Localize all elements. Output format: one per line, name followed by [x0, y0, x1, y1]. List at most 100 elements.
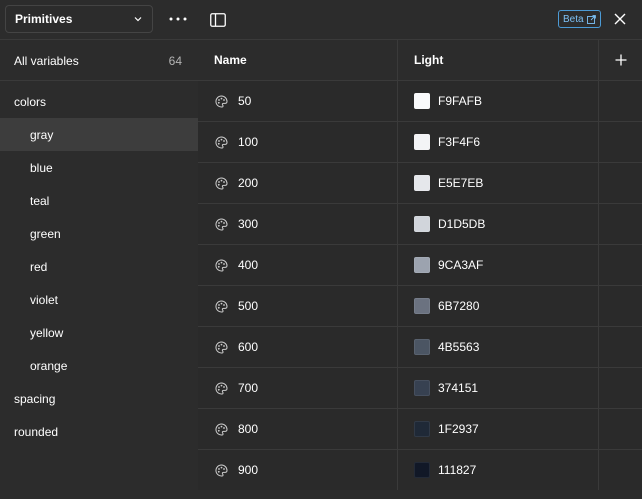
sidebar-item-colors[interactable]: colors: [0, 85, 198, 118]
name-column-header: Name: [198, 40, 398, 80]
variable-value-cell[interactable]: 9CA3AF: [398, 245, 599, 285]
sidebar-item-yellow[interactable]: yellow: [0, 316, 198, 349]
add-mode-cell: [599, 40, 642, 80]
variable-name-cell[interactable]: 500: [198, 286, 398, 326]
color-variable-icon: [214, 135, 228, 149]
toolbar: Beta: [198, 0, 642, 39]
sidebar-item-green[interactable]: green: [0, 217, 198, 250]
beta-badge[interactable]: Beta: [558, 10, 601, 28]
external-link-icon: [586, 14, 596, 24]
empty-cell: [599, 245, 642, 285]
hex-value: E5E7EB: [438, 176, 484, 190]
variable-value-cell[interactable]: 111827: [398, 450, 599, 490]
color-swatch[interactable]: [414, 380, 430, 396]
collection-name: Primitives: [15, 12, 73, 26]
color-swatch[interactable]: [414, 134, 430, 150]
color-swatch[interactable]: [414, 421, 430, 437]
variable-name-cell[interactable]: 200: [198, 163, 398, 203]
table-header-row: Name Light: [198, 39, 642, 80]
variable-name: 100: [238, 135, 259, 149]
sidebar-item-orange[interactable]: orange: [0, 349, 198, 382]
table-row[interactable]: 200 E5E7EB: [198, 162, 642, 203]
variable-name: 400: [238, 258, 259, 272]
table-row[interactable]: 100 F3F4F6: [198, 121, 642, 162]
variable-value-cell[interactable]: F3F4F6: [398, 122, 599, 162]
sidebar-item-label: teal: [30, 193, 50, 208]
color-variable-icon: [214, 258, 228, 272]
close-button[interactable]: [610, 9, 630, 29]
variable-name: 700: [238, 381, 259, 395]
sidebar-toggle-button[interactable]: [208, 10, 228, 30]
mode-column-header[interactable]: Light: [398, 40, 599, 80]
color-variable-icon: [214, 176, 228, 190]
hex-value: 374151: [438, 381, 479, 395]
variable-name-cell[interactable]: 400: [198, 245, 398, 285]
variable-value-cell[interactable]: F9FAFB: [398, 81, 599, 121]
variable-value-cell[interactable]: 6B7280: [398, 286, 599, 326]
variable-name-cell[interactable]: 600: [198, 327, 398, 367]
sidebar-item-gray[interactable]: gray: [0, 118, 198, 151]
sidebar: Primitives All variables 64 colors gray bl…: [0, 0, 198, 499]
variable-value-cell[interactable]: 374151: [398, 368, 599, 408]
table-row[interactable]: 500 6B7280: [198, 285, 642, 326]
variable-name-cell[interactable]: 300: [198, 204, 398, 244]
sidebar-item-blue[interactable]: blue: [0, 151, 198, 184]
variable-name: 300: [238, 217, 259, 231]
variable-value-cell[interactable]: E5E7EB: [398, 163, 599, 203]
color-swatch[interactable]: [414, 257, 430, 273]
color-variable-icon: [214, 340, 228, 354]
color-swatch[interactable]: [414, 175, 430, 191]
sidebar-item-label: red: [30, 259, 48, 274]
variable-name-cell[interactable]: 100: [198, 122, 398, 162]
color-variable-icon: [214, 217, 228, 231]
table-row[interactable]: 50 F9FAFB: [198, 80, 642, 121]
color-swatch[interactable]: [414, 462, 430, 478]
more-options-button[interactable]: [164, 5, 192, 33]
color-swatch[interactable]: [414, 298, 430, 314]
main-panel: Beta Name Light 50 F9FAFB 100 F3F4F6 200…: [198, 0, 642, 499]
variable-name-cell[interactable]: 700: [198, 368, 398, 408]
sidebar-item-label: violet: [30, 292, 59, 307]
variable-name-cell[interactable]: 50: [198, 81, 398, 121]
variable-name: 900: [238, 463, 259, 477]
empty-cell: [599, 122, 642, 162]
chevron-down-icon: [133, 14, 143, 24]
sidebar-item-teal[interactable]: teal: [0, 184, 198, 217]
table-row[interactable]: 900 111827: [198, 449, 642, 490]
divider: [0, 39, 198, 40]
color-swatch[interactable]: [414, 93, 430, 109]
table-row[interactable]: 700 374151: [198, 367, 642, 408]
sidebar-item-label: gray: [30, 127, 54, 142]
sidebar-item-label: spacing: [14, 391, 56, 406]
variable-name: 500: [238, 299, 259, 313]
variable-value-cell[interactable]: 4B5563: [398, 327, 599, 367]
color-variable-icon: [214, 94, 228, 108]
sidebar-item-spacing[interactable]: spacing: [0, 382, 198, 415]
hex-value: 9CA3AF: [438, 258, 484, 272]
add-mode-button[interactable]: [611, 50, 631, 70]
all-variables-item[interactable]: All variables 64: [0, 44, 198, 78]
variables-table: Name Light 50 F9FAFB 100 F3F4F6 200 E5E7EB 300…: [198, 39, 642, 490]
sidebar-item-rounded[interactable]: rounded: [0, 415, 198, 448]
table-row[interactable]: 600 4B5563: [198, 326, 642, 367]
color-swatch[interactable]: [414, 339, 430, 355]
variable-value-cell[interactable]: D1D5DB: [398, 204, 599, 244]
sidebar-item-violet[interactable]: violet: [0, 283, 198, 316]
variable-name: 200: [238, 176, 259, 190]
sidebar-item-red[interactable]: red: [0, 250, 198, 283]
variable-name-cell[interactable]: 900: [198, 450, 398, 490]
color-swatch[interactable]: [414, 216, 430, 232]
variable-value-cell[interactable]: 1F2937: [398, 409, 599, 449]
hex-value: 6B7280: [438, 299, 480, 313]
table-body: 50 F9FAFB 100 F3F4F6 200 E5E7EB 300 D1D5DB 400 9C…: [198, 80, 642, 490]
table-row[interactable]: 400 9CA3AF: [198, 244, 642, 285]
variable-name-cell[interactable]: 800: [198, 409, 398, 449]
hex-value: 4B5563: [438, 340, 480, 354]
color-variable-icon: [214, 381, 228, 395]
table-row[interactable]: 800 1F2937: [198, 408, 642, 449]
sidebar-item-label: yellow: [30, 325, 64, 340]
table-row[interactable]: 300 D1D5DB: [198, 203, 642, 244]
collection-dropdown[interactable]: Primitives: [5, 5, 153, 33]
empty-cell: [599, 450, 642, 490]
hex-value: 1F2937: [438, 422, 479, 436]
